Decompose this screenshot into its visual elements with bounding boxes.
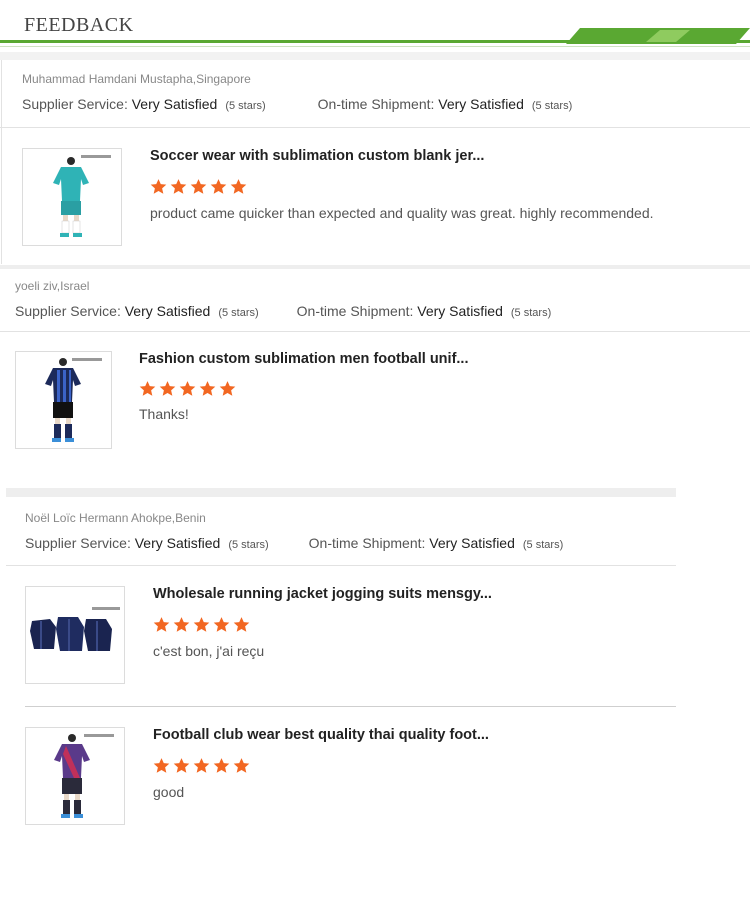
supplier-service-value: Very Satisfied xyxy=(134,535,221,551)
rating-summary: Supplier Service: Very Satisfied (5 star… xyxy=(25,535,563,551)
reviewer-name: Noël Loïc Hermann Ahokpe,Benin xyxy=(25,511,206,525)
rating-summary: Supplier Service: Very Satisfied (5 star… xyxy=(22,96,572,112)
star-icon xyxy=(210,179,227,194)
shipment-label: On-time Shipment: xyxy=(317,96,435,112)
product-title[interactable]: Soccer wear with sublimation custom blan… xyxy=(150,148,484,164)
header-decoration xyxy=(0,28,750,60)
reviewer-name: yoeli ziv,Israel xyxy=(15,279,90,293)
product-title[interactable]: Fashion custom sublimation men football … xyxy=(139,351,468,367)
review-3-header: Noël Loïc Hermann Ahokpe,Benin Supplier … xyxy=(25,511,563,551)
shipment-stars: (5 stars) xyxy=(522,539,564,551)
review-comment: product came quicker than expected and q… xyxy=(150,205,654,221)
star-icon xyxy=(173,758,190,773)
product-thumbnail[interactable] xyxy=(15,351,112,449)
shipment-label: On-time Shipment: xyxy=(308,535,426,551)
product-title[interactable]: Wholesale running jacket jogging suits m… xyxy=(153,586,492,602)
shipment-value: Very Satisfied xyxy=(438,96,524,112)
star-icon xyxy=(230,179,247,194)
star-icon xyxy=(233,617,250,632)
teal-kit-image xyxy=(53,155,111,237)
star-icon xyxy=(190,179,207,194)
divider xyxy=(0,331,750,332)
star-icon xyxy=(233,758,250,773)
supplier-service-label: Supplier Service: xyxy=(25,535,131,551)
section-separator xyxy=(0,265,750,269)
jacket-set-image xyxy=(30,607,120,651)
star-rating xyxy=(150,178,247,195)
rating-summary: Supplier Service: Very Satisfied (5 star… xyxy=(15,303,551,319)
review-1-header: Muhammad Hamdani Mustapha,Singapore Supp… xyxy=(22,72,572,112)
product-thumbnail[interactable] xyxy=(25,586,125,684)
star-icon xyxy=(193,758,210,773)
star-icon xyxy=(153,617,170,632)
feedback-header: FEEDBACK xyxy=(0,0,750,60)
star-icon xyxy=(213,617,230,632)
shipment-value: Very Satisfied xyxy=(429,535,515,551)
shipment-stars: (5 stars) xyxy=(531,100,573,112)
shipment-stars: (5 stars) xyxy=(510,307,552,319)
divider xyxy=(1,60,2,264)
divider xyxy=(25,706,676,707)
navy-striped-kit-image xyxy=(45,358,102,442)
section-separator xyxy=(6,488,676,497)
supplier-service-value: Very Satisfied xyxy=(131,96,218,112)
star-rating xyxy=(153,757,250,774)
star-rating xyxy=(153,616,250,633)
star-icon xyxy=(159,381,176,396)
star-icon xyxy=(179,381,196,396)
star-icon xyxy=(153,758,170,773)
supplier-service-value: Very Satisfied xyxy=(124,303,211,319)
star-icon xyxy=(173,617,190,632)
divider xyxy=(0,127,750,128)
review-comment: c'est bon, j'ai reçu xyxy=(153,643,265,659)
star-icon xyxy=(213,758,230,773)
product-thumbnail[interactable] xyxy=(22,148,122,246)
star-icon xyxy=(139,381,156,396)
star-icon xyxy=(199,381,216,396)
supplier-service-stars: (5 stars) xyxy=(218,307,259,319)
purple-kit-image xyxy=(54,734,114,818)
shipment-value: Very Satisfied xyxy=(417,303,503,319)
divider xyxy=(6,565,676,566)
review-comment: Thanks! xyxy=(139,406,189,422)
shipment-label: On-time Shipment: xyxy=(296,303,414,319)
supplier-service-stars: (5 stars) xyxy=(228,539,269,551)
product-title[interactable]: Football club wear best quality thai qua… xyxy=(153,727,489,743)
star-icon xyxy=(170,179,187,194)
star-icon xyxy=(193,617,210,632)
supplier-service-stars: (5 stars) xyxy=(225,100,266,112)
product-thumbnail[interactable] xyxy=(25,727,125,825)
star-icon xyxy=(219,381,236,396)
review-2-header: yoeli ziv,Israel Supplier Service: Very … xyxy=(15,279,551,319)
review-comment: good xyxy=(153,784,185,800)
supplier-service-label: Supplier Service: xyxy=(15,303,121,319)
star-rating xyxy=(139,380,236,397)
supplier-service-label: Supplier Service: xyxy=(22,96,128,112)
star-icon xyxy=(150,179,167,194)
reviewer-name: Muhammad Hamdani Mustapha,Singapore xyxy=(22,72,251,86)
